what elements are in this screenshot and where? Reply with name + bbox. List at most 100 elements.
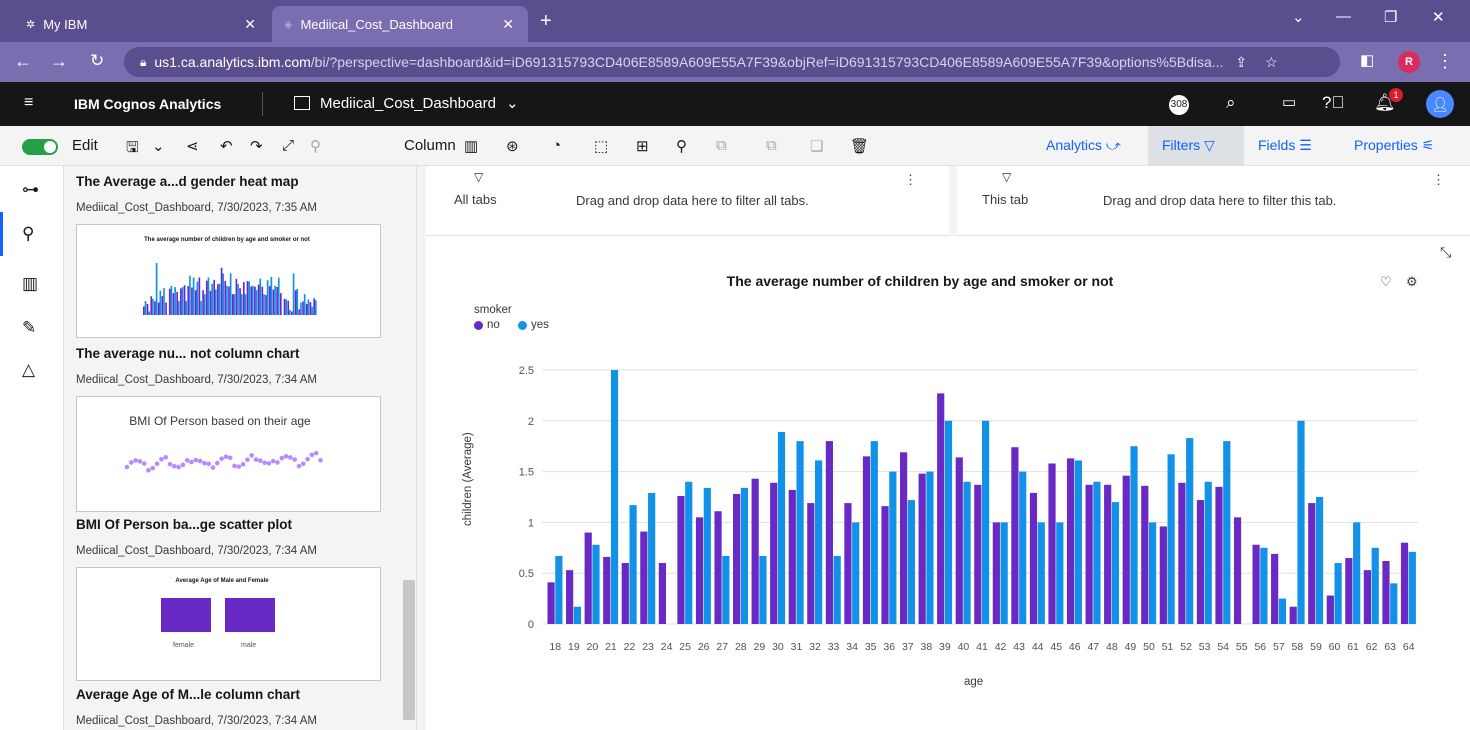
- bar-yes-61[interactable]: [1353, 522, 1361, 624]
- bar-yes-43[interactable]: [1019, 471, 1027, 624]
- properties-button[interactable]: Properties ⚟: [1354, 137, 1434, 154]
- bar-yes-58[interactable]: [1297, 420, 1305, 624]
- bar-yes-29[interactable]: [759, 555, 767, 624]
- bar-no-61[interactable]: [1345, 557, 1353, 624]
- bar-yes-41[interactable]: [982, 420, 990, 624]
- bar-no-37[interactable]: [899, 452, 908, 624]
- chat-icon[interactable]: ▭: [1282, 93, 1296, 111]
- bar-no-53[interactable]: [1196, 500, 1205, 624]
- bar-yes-27[interactable]: [722, 555, 730, 624]
- tab-search-icon[interactable]: ⌄: [1292, 8, 1305, 26]
- bar-yes-62[interactable]: [1371, 547, 1379, 624]
- bar-yes-22[interactable]: [629, 505, 637, 624]
- bar-no-48[interactable]: [1104, 484, 1112, 624]
- close-tab-icon[interactable]: ✕: [244, 16, 256, 33]
- duplicate-icon[interactable]: ❏: [810, 137, 823, 155]
- close-window-icon[interactable]: ✕: [1432, 8, 1445, 26]
- bar-no-63[interactable]: [1382, 561, 1390, 624]
- reload-icon[interactable]: ↻: [90, 51, 104, 71]
- bar-yes-52[interactable]: [1186, 438, 1194, 624]
- panel-resize-handle[interactable]: [416, 166, 426, 730]
- bar-no-35[interactable]: [862, 456, 871, 624]
- bar-no-28[interactable]: [733, 493, 741, 624]
- pin-thumbnail[interactable]: Average Age of Male and Female female ma…: [76, 567, 381, 681]
- bar-no-31[interactable]: [788, 489, 796, 624]
- bar-yes-40[interactable]: [963, 481, 971, 624]
- bar-no-36[interactable]: [881, 506, 889, 624]
- panel-scrollbar-thumb[interactable]: [403, 580, 415, 720]
- new-tab-button[interactable]: +: [540, 10, 552, 33]
- bar-yes-36[interactable]: [889, 471, 897, 624]
- bar-yes-31[interactable]: [796, 441, 804, 624]
- bar-no-55[interactable]: [1233, 517, 1242, 624]
- close-tab-icon[interactable]: ✕: [502, 16, 514, 33]
- filters-button[interactable]: Filters ▽: [1162, 137, 1215, 154]
- this-tab-drop-zone[interactable]: Drag and drop data here to filter this t…: [1103, 193, 1336, 208]
- bar-no-45[interactable]: [1048, 463, 1056, 624]
- bar-yes-25[interactable]: [685, 481, 693, 624]
- paste-icon[interactable]: ⧉: [766, 137, 777, 154]
- bar-yes-63[interactable]: [1390, 583, 1398, 624]
- url-field[interactable]: 🔒︎ us1.ca.analytics.ibm.com /bi/?perspec…: [124, 47, 1340, 77]
- all-tabs-drop-zone[interactable]: Drag and drop data here to filter all ta…: [576, 193, 809, 208]
- bar-yes-64[interactable]: [1408, 551, 1416, 624]
- bar-no-43[interactable]: [1011, 447, 1019, 624]
- overflow-menu-icon[interactable]: ⋮: [1432, 172, 1445, 188]
- hamburger-menu-icon[interactable]: ≡: [24, 94, 33, 112]
- timer-icon[interactable]: ◔: [552, 137, 561, 154]
- visualizations-icon[interactable]: ▥: [22, 274, 38, 294]
- bar-no-18[interactable]: [547, 582, 555, 624]
- edit-toggle[interactable]: [22, 139, 58, 155]
- bar-yes-56[interactable]: [1260, 547, 1268, 624]
- bar-no-25[interactable]: [677, 495, 685, 624]
- shapes-icon[interactable]: △: [22, 360, 35, 380]
- bar-yes-49[interactable]: [1130, 446, 1138, 624]
- chevron-down-icon[interactable]: ⌄: [152, 137, 165, 155]
- bar-yes-23[interactable]: [648, 492, 656, 624]
- pin-icon[interactable]: ⚲: [676, 137, 687, 155]
- bar-no-60[interactable]: [1326, 595, 1334, 624]
- bar-no-20[interactable]: [584, 532, 592, 624]
- bar-yes-60[interactable]: [1334, 563, 1342, 624]
- bar-no-22[interactable]: [621, 563, 629, 624]
- bar-no-26[interactable]: [695, 517, 704, 624]
- bar-no-41[interactable]: [974, 484, 982, 624]
- forward-icon[interactable]: →: [50, 51, 68, 72]
- browser-tab-my-ibm[interactable]: ✲ My IBM ✕: [14, 6, 270, 42]
- back-icon[interactable]: ←: [14, 51, 32, 72]
- bar-yes-51[interactable]: [1167, 454, 1175, 624]
- restore-icon[interactable]: ❐: [1384, 8, 1397, 26]
- bar-no-19[interactable]: [566, 570, 574, 624]
- bar-yes-59[interactable]: [1315, 497, 1324, 624]
- color-icon[interactable]: ⊛: [506, 137, 519, 155]
- bar-no-30[interactable]: [770, 482, 778, 624]
- bar-yes-54[interactable]: [1223, 441, 1231, 624]
- bar-yes-57[interactable]: [1278, 598, 1287, 624]
- share-icon[interactable]: ⇪: [1235, 54, 1247, 71]
- bar-no-57[interactable]: [1271, 553, 1279, 624]
- browser-menu-icon[interactable]: ⋮: [1436, 51, 1454, 72]
- bar-yes-26[interactable]: [703, 487, 711, 624]
- link-icon[interactable]: ⚲: [310, 137, 321, 155]
- bookmark-star-icon[interactable]: ☆: [1265, 54, 1278, 71]
- bar-no-23[interactable]: [640, 531, 648, 624]
- bar-yes-45[interactable]: [1056, 522, 1064, 624]
- bar-yes-18[interactable]: [555, 555, 563, 624]
- focus-icon[interactable]: ⬚: [594, 137, 608, 155]
- column-chart[interactable]: 0 0.5 1 1.5 2 2.5 18 19 20 21 22 23 24 25 26 27 28 29 30 31…: [426, 236, 1470, 656]
- overflow-menu-icon[interactable]: ⋮: [904, 172, 917, 188]
- redo-icon[interactable]: ↷: [250, 137, 263, 155]
- data-sources-icon[interactable]: ⊶: [22, 180, 39, 200]
- bar-no-32[interactable]: [807, 503, 815, 624]
- pin-icon[interactable]: ⚲: [22, 224, 34, 244]
- fields-button[interactable]: Fields ☰: [1258, 137, 1312, 154]
- user-profile-icon[interactable]: 👤︎: [1426, 90, 1454, 118]
- bar-no-39[interactable]: [937, 393, 945, 624]
- bar-no-42[interactable]: [992, 522, 1000, 624]
- minimize-icon[interactable]: —: [1336, 8, 1351, 25]
- bar-no-51[interactable]: [1159, 526, 1167, 624]
- expand-icon[interactable]: ⤢: [282, 137, 294, 154]
- profile-avatar[interactable]: R: [1398, 51, 1420, 73]
- bar-yes-37[interactable]: [907, 500, 915, 624]
- bar-no-62[interactable]: [1363, 570, 1372, 624]
